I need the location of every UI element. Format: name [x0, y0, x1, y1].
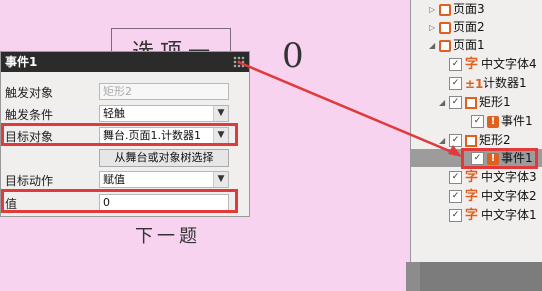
annotation-arrow [237, 60, 462, 157]
